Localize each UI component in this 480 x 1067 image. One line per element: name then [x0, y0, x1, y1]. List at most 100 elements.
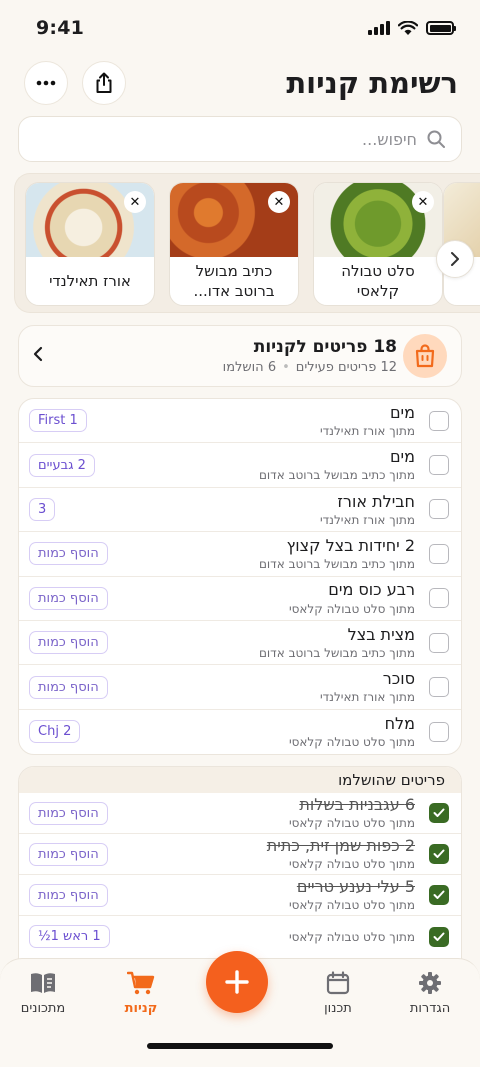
- item-name: מצית בצל: [347, 624, 415, 644]
- item-text: מים מתוך אורז תאילנדי: [87, 403, 429, 439]
- recipe-name: סלט טבולה קלאסי: [341, 262, 415, 300]
- item-checkbox[interactable]: [429, 588, 449, 609]
- summary-subtitle: 12 פריטים פעילים•6 הושלמו: [222, 360, 397, 375]
- share-button[interactable]: [82, 61, 126, 105]
- completed-list-item[interactable]: הוסף כמות 2 כפות שמן זית, כתית מתוך סלט ט…: [19, 834, 461, 875]
- item-name: מלח: [384, 714, 415, 734]
- checkmark-icon: [433, 890, 445, 899]
- list-item[interactable]: הוסף כמות מצית בצל מתוך כתיב מבושל ברוטב …: [19, 621, 461, 666]
- add-quantity-button[interactable]: הוסף כמות: [29, 675, 108, 699]
- nav-shopping[interactable]: קניות: [106, 971, 176, 1016]
- add-quantity-button[interactable]: הוסף כמות: [29, 842, 108, 866]
- active-items-list: First 1 מים מתוך אורז תאילנדי 2 גבעיים מי…: [18, 398, 462, 756]
- plus-icon: [225, 970, 249, 994]
- close-icon[interactable]: ✕: [412, 191, 434, 213]
- item-name: 5 עלי נענע טריים: [296, 877, 415, 897]
- header-actions: [24, 61, 126, 105]
- item-name: מים: [389, 447, 415, 467]
- quantity-chip[interactable]: 2 גבעיים: [29, 453, 95, 477]
- list-item[interactable]: הוסף כמות רבע כוס מים מתוך סלט טבולה קלאס…: [19, 577, 461, 621]
- signal-icon: [368, 21, 390, 35]
- item-checkbox-checked[interactable]: [429, 926, 449, 947]
- item-source: מתוך סלט טבולה קלאסי: [288, 857, 415, 872]
- quantity-chip[interactable]: 3: [29, 497, 56, 521]
- list-item[interactable]: 2 גבעיים מים מתוך כתיב מבושל ברוטב אדום: [19, 443, 461, 488]
- close-icon[interactable]: ✕: [124, 191, 146, 213]
- summary-active: 12 פריטים פעילים: [295, 360, 397, 375]
- item-checkbox[interactable]: [429, 677, 449, 698]
- item-checkbox[interactable]: [429, 499, 449, 520]
- item-checkbox[interactable]: [429, 632, 449, 653]
- item-text: 5 עלי נענע טריים מתוך סלט טבולה קלאסי: [108, 877, 429, 913]
- list-item[interactable]: First 1 מים מתוך אורז תאילנדי: [19, 399, 461, 444]
- nav-planner[interactable]: תכנון: [303, 971, 373, 1016]
- quantity-chip[interactable]: 1 ראש 1½: [29, 925, 110, 948]
- item-text: מלח מתוך סלט טבולה קלאסי: [80, 714, 429, 750]
- item-source: מתוך כתיב מבושל ברוטב אדום: [258, 557, 415, 572]
- item-checkbox[interactable]: [429, 543, 449, 564]
- add-button[interactable]: [206, 951, 268, 1013]
- item-text: מתוך סלט טבולה קלאסי: [110, 928, 429, 944]
- add-quantity-button[interactable]: הוסף כמות: [29, 542, 108, 566]
- checkmark-icon: [433, 849, 445, 858]
- nav-label: תכנון: [324, 1001, 352, 1016]
- add-quantity-button[interactable]: הוסף כמות: [29, 631, 108, 655]
- wifi-icon: [398, 20, 418, 35]
- completed-list-item[interactable]: הוסף כמות 5 עלי נענע טריים מתוך סלט טבולה…: [19, 875, 461, 916]
- page-title: רשימת קניות: [286, 66, 458, 100]
- chevron-right-icon: [451, 252, 459, 266]
- completed-list-item[interactable]: הוסף כמות 6 עגבניות בשלות מתוך סלט טבולה …: [19, 793, 461, 834]
- item-checkbox-checked[interactable]: [429, 885, 449, 905]
- item-name: סוכר: [382, 669, 415, 689]
- nav-label: מתכונים: [20, 1001, 66, 1016]
- carousel-next-button[interactable]: [436, 240, 474, 278]
- shopping-list-screen: 9:41 רשימת קניות חיפוש... ✕ אורז תאילנדי…: [0, 0, 480, 1067]
- item-checkbox-checked[interactable]: [429, 803, 449, 823]
- book-icon: [31, 973, 55, 993]
- recipes-carousel[interactable]: ✕ אורז תאילנדי ✕ כתיב מבושל ברוטב אדו...…: [14, 173, 480, 313]
- quantity-chip[interactable]: 2 Chj: [29, 720, 81, 744]
- share-icon: [96, 72, 112, 93]
- add-quantity-button[interactable]: הוסף כמות: [29, 586, 108, 610]
- item-name: 2 כפות שמן זית, כתית: [266, 836, 415, 856]
- completed-items-section: פריטים שהושלמו הוסף כמות 6 עגבניות בשלות…: [18, 766, 462, 966]
- status-time: 9:41: [36, 17, 85, 39]
- add-quantity-button[interactable]: הוסף כמות: [29, 883, 108, 907]
- nav-label: הגדרות: [409, 1001, 451, 1016]
- item-text: סוכר מתוך אורז תאילנדי: [108, 669, 429, 705]
- item-source: מתוך סלט טבולה קלאסי: [288, 735, 415, 750]
- recipe-card[interactable]: ✕ אורז תאילנדי: [25, 182, 155, 306]
- item-source: מתוך סלט טבולה קלאסי: [288, 601, 415, 616]
- shopping-summary[interactable]: 18 פריטים לקניות 12 פריטים פעילים•6 הושל…: [18, 325, 462, 387]
- item-source: מתוך אורז תאילנדי: [319, 690, 415, 705]
- recipe-card[interactable]: ✕ סלט טבולה קלאסי: [313, 182, 443, 306]
- nav-settings[interactable]: הגדרות: [395, 971, 465, 1016]
- completed-section-title: פריטים שהושלמו: [19, 767, 461, 793]
- search-icon: [427, 130, 445, 148]
- item-name: 2 יחידות בצל קצוץ: [286, 536, 415, 556]
- quantity-chip[interactable]: First 1: [29, 409, 87, 433]
- item-checkbox[interactable]: [429, 721, 449, 742]
- item-text: 2 יחידות בצל קצוץ מתוך כתיב מבושל ברוטב א…: [108, 536, 429, 572]
- item-text: מצית בצל מתוך כתיב מבושל ברוטב אדום: [108, 625, 429, 661]
- item-source: מתוך אורז תאילנדי: [319, 512, 415, 527]
- recipe-card[interactable]: ✕ כתיב מבושל ברוטב אדו...: [169, 182, 299, 306]
- item-checkbox-checked[interactable]: [429, 844, 449, 864]
- search-input[interactable]: חיפוש...: [18, 116, 462, 162]
- shopping-cart-icon: [127, 971, 155, 995]
- chevron-left-icon: [33, 346, 53, 366]
- list-item[interactable]: 2 Chj מלח מתוך סלט טבולה קלאסי: [19, 710, 461, 754]
- item-checkbox[interactable]: [429, 410, 449, 431]
- list-item[interactable]: 3 חבילת אורז מתוך אורז תאילנדי: [19, 488, 461, 533]
- add-quantity-button[interactable]: הוסף כמות: [29, 801, 108, 825]
- header: רשימת קניות: [24, 60, 458, 106]
- bottom-nav: מתכונים קניות תכנון הגדרות: [0, 951, 480, 1067]
- close-icon[interactable]: ✕: [268, 191, 290, 213]
- recipe-name: כתיב מבושל ברוטב אדו...: [193, 262, 275, 300]
- list-item[interactable]: הוסף כמות סוכר מתוך אורז תאילנדי: [19, 665, 461, 710]
- item-checkbox[interactable]: [429, 455, 449, 476]
- nav-recipes[interactable]: מתכונים: [8, 971, 78, 1016]
- more-button[interactable]: [24, 61, 68, 105]
- list-item[interactable]: הוסף כמות 2 יחידות בצל קצוץ מתוך כתיב מבו…: [19, 532, 461, 577]
- checkmark-icon: [433, 808, 445, 817]
